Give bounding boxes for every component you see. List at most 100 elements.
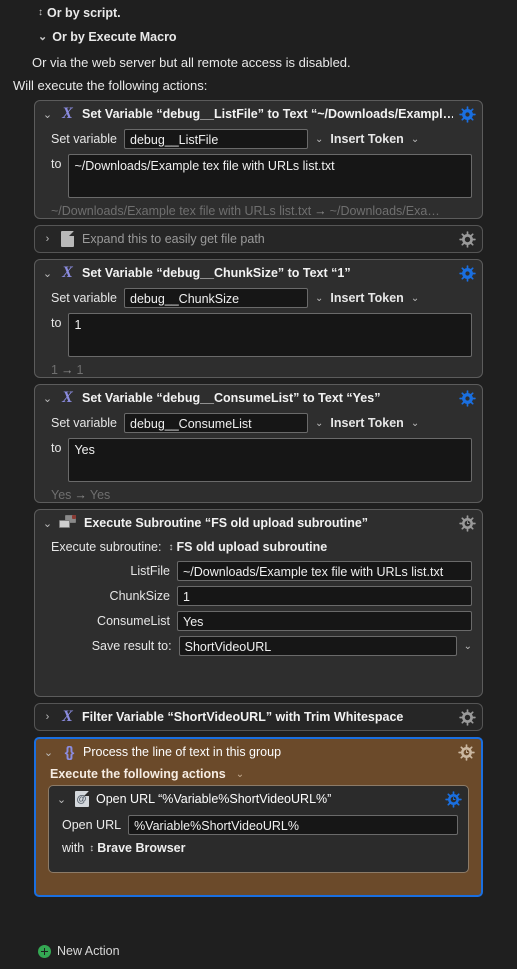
action-title: Set Variable “debug__ChunkSize” to Text … — [82, 266, 351, 280]
action-title-row[interactable]: ⌄ X Set Variable “debug__ChunkSize” to T… — [35, 260, 482, 286]
chevron-down-icon[interactable]: ⌄ — [42, 392, 53, 405]
new-action-button[interactable]: New Action — [38, 944, 120, 958]
to-value-row: to Yes — [35, 438, 482, 482]
action-title-row[interactable]: ⌄ @ Open URL “%Variable%ShortVideoURL%” — [49, 786, 468, 812]
chevron-down-icon[interactable]: ⌄ — [411, 134, 419, 145]
to-label: to — [51, 157, 62, 171]
chevron-down-icon[interactable]: ⌄ — [56, 793, 67, 806]
execute-subroutine-row: Execute subroutine: ↕ FS old upload subr… — [35, 540, 482, 554]
save-result-label: Save result to: — [91, 639, 172, 653]
gear-icon[interactable] — [459, 264, 476, 282]
param-label: ListFile — [130, 564, 170, 578]
gear-icon[interactable] — [459, 389, 476, 407]
result-after: ~/Downloads/Exa… — [329, 204, 440, 218]
open-url-row: Open URL %Variable%ShortVideoURL% — [49, 815, 468, 835]
variable-name-input[interactable]: debug__ListFile — [124, 129, 309, 149]
result-before: 1 — [51, 363, 58, 377]
subroutine-icon — [59, 515, 78, 531]
chevron-down-icon[interactable]: ⌄ — [464, 641, 472, 652]
chevron-right-icon[interactable]: › — [42, 233, 53, 245]
insert-token-button[interactable]: Insert Token — [330, 132, 403, 146]
action-title-row[interactable]: ⌄ Execute Subroutine “FS old upload subr… — [35, 510, 482, 536]
arrow-icon: → — [314, 204, 327, 218]
chevron-right-icon[interactable]: › — [42, 711, 53, 723]
gear-icon[interactable] — [445, 790, 462, 808]
param-input[interactable]: 1 — [177, 586, 472, 606]
gear-icon[interactable] — [459, 105, 476, 123]
action-title: Set Variable “debug__ListFile” to Text “… — [82, 107, 453, 121]
chevron-down-icon[interactable]: ⌄ — [38, 31, 47, 43]
gear-icon[interactable] — [458, 743, 475, 761]
result-preview: Yes → Yes — [35, 488, 482, 502]
browser-row: with ↕ Brave Browser — [49, 841, 468, 855]
action-set-variable-listfile[interactable]: ⌄ X Set Variable “debug__ListFile” to Te… — [34, 100, 483, 219]
param-input[interactable]: ~/Downloads/Example tex file with URLs l… — [177, 561, 472, 581]
chevron-down-icon[interactable]: ⌄ — [315, 134, 323, 145]
action-set-variable-consumelist[interactable]: ⌄ X Set Variable “debug__ConsumeList” to… — [34, 384, 483, 503]
variable-x-icon: X — [62, 264, 73, 281]
param-row-consumelist: ConsumeList Yes — [35, 611, 482, 631]
variable-name-input[interactable]: debug__ConsumeList — [124, 413, 309, 433]
chevron-down-icon[interactable]: ⌄ — [315, 418, 323, 429]
variable-x-icon: X — [62, 105, 73, 122]
chevron-down-icon[interactable]: ⌄ — [236, 769, 244, 780]
result-before: Yes — [51, 488, 72, 502]
arrow-icon: → — [60, 363, 74, 377]
action-set-variable-chunksize[interactable]: ⌄ X Set Variable “debug__ChunkSize” to T… — [34, 259, 483, 378]
param-row-chunksize: ChunkSize 1 — [35, 586, 482, 606]
action-open-url[interactable]: ⌄ @ Open URL “%Variable%ShortVideoURL%” — [48, 785, 469, 873]
result-after: Yes — [89, 488, 111, 502]
chevron-down-icon[interactable]: ⌄ — [42, 267, 53, 280]
will-execute-label: Will execute the following actions: — [13, 78, 208, 93]
or-by-script-row[interactable]: ↕ Or by script. — [38, 6, 121, 20]
chevron-down-icon[interactable]: ⌄ — [42, 517, 53, 530]
chevron-down-icon[interactable]: ⌄ — [411, 418, 419, 429]
param-input[interactable]: Yes — [177, 611, 472, 631]
action-title-row[interactable]: ⌄ X Set Variable “debug__ListFile” to Te… — [35, 101, 482, 127]
open-url-label: Open URL — [62, 818, 122, 832]
action-filter-variable[interactable]: › X Filter Variable “ShortVideoURL” with… — [34, 703, 483, 731]
open-url-input[interactable]: %Variable%ShortVideoURL% — [128, 815, 458, 835]
set-variable-row: Set variable debug__ChunkSize ⌄ Insert T… — [35, 288, 482, 308]
value-input[interactable]: Yes — [68, 438, 472, 482]
web-server-note: Or via the web server but all remote acc… — [32, 55, 351, 70]
action-title: Open URL “%Variable%ShortVideoURL%” — [96, 792, 332, 806]
action-title-row[interactable]: ⌄ X Set Variable “debug__ConsumeList” to… — [35, 385, 482, 411]
chevron-down-icon[interactable]: ⌄ — [411, 293, 419, 304]
variable-name-input[interactable]: debug__ChunkSize — [124, 288, 309, 308]
chevron-down-icon[interactable]: ⌄ — [42, 108, 53, 121]
browser-popup-button[interactable]: ↕ Brave Browser — [89, 841, 185, 855]
save-result-input[interactable]: ShortVideoURL — [178, 636, 457, 656]
action-expand-file-path[interactable]: › Expand this to easily get file path — [34, 225, 483, 253]
chevron-down-icon[interactable]: ⌄ — [43, 746, 54, 759]
to-label: to — [51, 316, 62, 330]
updown-chevron-icon[interactable]: ↕ — [38, 8, 43, 18]
value-input[interactable]: 1 — [68, 313, 472, 357]
action-title-row[interactable]: › X Filter Variable “ShortVideoURL” with… — [35, 704, 482, 730]
action-group-process-line[interactable]: ⌄ {} Process the line of text in this gr… — [34, 737, 483, 897]
execute-following-row[interactable]: Execute the following actions ⌄ — [36, 767, 481, 781]
action-title-row[interactable]: › Expand this to easily get file path — [35, 226, 482, 252]
updown-chevron-icon: ↕ — [168, 541, 174, 553]
chevron-down-icon[interactable]: ⌄ — [315, 293, 323, 304]
result-before: ~/Downloads/Example tex file with URLs l… — [51, 204, 312, 218]
result-preview: ~/Downloads/Example tex file with URLs l… — [35, 204, 482, 218]
execute-following-label: Execute the following actions — [50, 767, 226, 781]
or-by-execute-macro-row[interactable]: ⌄ Or by Execute Macro — [38, 30, 177, 44]
group-title-row[interactable]: ⌄ {} Process the line of text in this gr… — [36, 739, 481, 765]
result-after: 1 — [76, 363, 84, 377]
insert-token-button[interactable]: Insert Token — [330, 416, 403, 430]
value-input[interactable]: ~/Downloads/Example tex file with URLs l… — [68, 154, 472, 198]
param-row-listfile: ListFile ~/Downloads/Example tex file wi… — [35, 561, 482, 581]
insert-token-button[interactable]: Insert Token — [330, 291, 403, 305]
gear-icon[interactable] — [459, 514, 476, 532]
to-value-row: to 1 — [35, 313, 482, 357]
gear-icon[interactable] — [459, 230, 476, 248]
macro-editor-pane: ↕ Or by script. ⌄ Or by Execute Macro Or… — [0, 0, 517, 969]
action-title: Execute Subroutine “FS old upload subrou… — [84, 516, 369, 530]
subroutine-popup-button[interactable]: ↕ FS old upload subroutine — [169, 540, 328, 554]
or-by-execute-macro-label: Or by Execute Macro — [52, 30, 177, 44]
param-label: ConsumeList — [97, 614, 170, 628]
action-execute-subroutine[interactable]: ⌄ Execute Subroutine “FS old upload subr… — [34, 509, 483, 697]
gear-icon[interactable] — [459, 708, 476, 726]
